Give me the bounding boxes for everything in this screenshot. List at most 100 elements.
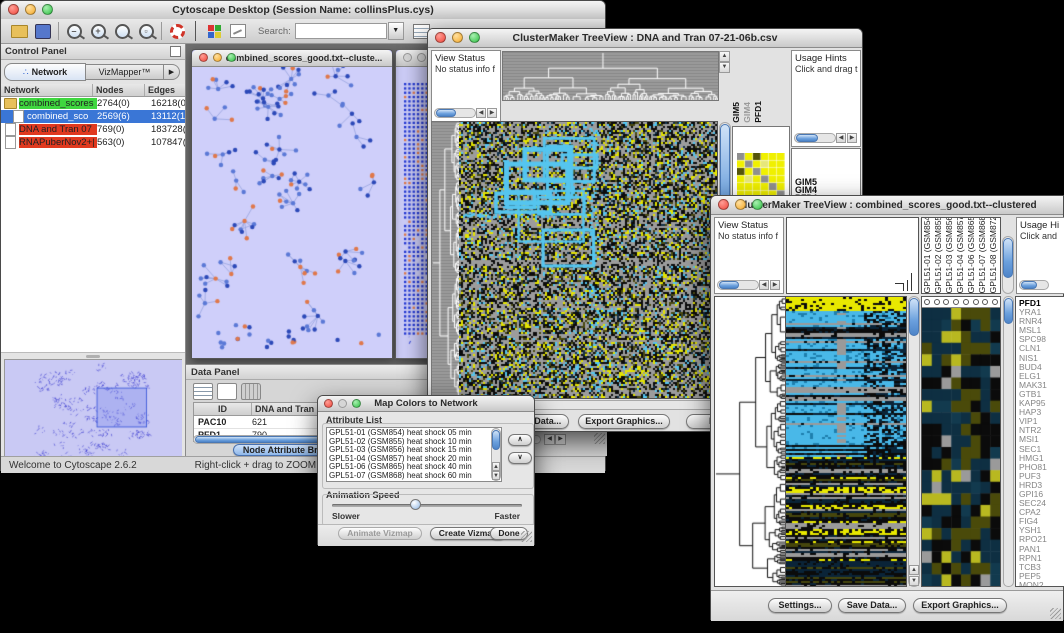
usage-hints-panel: Usage Hints Click and drag t ◀ ▶: [791, 50, 861, 147]
scroll-down-button[interactable]: ▼: [492, 471, 500, 480]
gene-label[interactable]: MON2: [1019, 581, 1064, 587]
help-icon[interactable]: [165, 21, 189, 41]
network-row-dna-tran[interactable]: DNA and Tran 07 769(0) 183728(0): [1, 123, 185, 136]
close-icon[interactable]: [435, 32, 446, 43]
scroll-up-button[interactable]: ▲: [719, 51, 730, 62]
scroll-left-button[interactable]: ◀: [544, 434, 555, 445]
move-up-button[interactable]: ∧: [508, 434, 532, 446]
close-icon[interactable]: [199, 53, 208, 62]
tab-overflow-arrow[interactable]: ▶: [164, 64, 180, 80]
column-dendrogram[interactable]: [502, 51, 719, 101]
export-graphics-button[interactable]: Export Graphics...: [913, 598, 1007, 613]
move-down-button[interactable]: ∨: [508, 452, 532, 464]
minimize-icon[interactable]: [213, 53, 222, 62]
vizmapper-icon[interactable]: [202, 21, 226, 41]
resize-grip[interactable]: [594, 433, 605, 444]
heatmap-global-view[interactable]: [786, 296, 907, 587]
scroll-right-button[interactable]: ▶: [770, 280, 780, 290]
faster-label: Faster: [494, 511, 520, 521]
minimize-icon[interactable]: [735, 199, 746, 210]
attribute-vscrollbar[interactable]: ▲ ▼: [491, 428, 501, 481]
zoom-window-icon[interactable]: [227, 53, 236, 62]
scroll-down-button[interactable]: ▼: [909, 576, 919, 586]
animate-vizmap-button[interactable]: Animate Vizmap: [338, 527, 422, 540]
open-icon[interactable]: [7, 21, 31, 41]
zoom-window-icon[interactable]: [352, 399, 361, 408]
float-panel-icon[interactable]: [170, 46, 181, 57]
scroll-right-button[interactable]: ▶: [487, 108, 497, 118]
zoom-fit-icon[interactable]: [110, 21, 134, 41]
scroll-left-button[interactable]: ◀: [759, 280, 769, 290]
settings-button[interactable]: Settings...: [768, 598, 832, 613]
scroll-up-button[interactable]: ▲: [909, 565, 919, 575]
view-status-scrollbar[interactable]: [717, 280, 759, 290]
dialog-titlebar[interactable]: Map Colors to Network: [318, 396, 534, 412]
annotation-icon[interactable]: [226, 21, 250, 41]
usage-hints-scrollbar[interactable]: [794, 133, 836, 143]
resize-grip[interactable]: [521, 531, 532, 542]
treeview2-titlebar[interactable]: ClusterMaker TreeView : combined_scores_…: [711, 196, 1063, 215]
search-dropdown-button[interactable]: ▼: [388, 22, 404, 40]
zoom-window-icon[interactable]: [42, 4, 53, 15]
attribute-table-icon[interactable]: [193, 383, 213, 400]
scroll-down-button[interactable]: ▼: [719, 62, 730, 73]
column-dendrogram-area[interactable]: [786, 217, 919, 294]
save-icon[interactable]: [31, 21, 55, 41]
zoom-window-icon[interactable]: [469, 32, 480, 43]
row-dendrogram[interactable]: [431, 121, 461, 399]
new-attribute-icon[interactable]: [217, 383, 237, 400]
export-graphics-button[interactable]: Export Graphics...: [578, 414, 670, 429]
close-icon[interactable]: [324, 399, 333, 408]
search-input[interactable]: [295, 23, 387, 39]
tab-network[interactable]: ∴ Network: [4, 63, 86, 81]
heatmap-vscrollbar[interactable]: ▲ ▼: [908, 296, 920, 587]
attribute-listbox[interactable]: GPL51-01 (GSM854) heat shock 05 minGPL51…: [326, 427, 502, 482]
network-overview[interactable]: [4, 359, 182, 469]
window-controls: [8, 4, 53, 15]
close-icon[interactable]: [8, 4, 19, 15]
minimize-icon[interactable]: [338, 399, 347, 408]
column-label: PFD1: [753, 101, 763, 123]
delete-attribute-icon[interactable]: [241, 383, 261, 400]
labels-vscrollbar[interactable]: [1002, 236, 1014, 294]
control-panel-title: Control Panel: [5, 46, 67, 57]
treeview1-titlebar[interactable]: ClusterMaker TreeView : DNA and Tran 07-…: [428, 29, 862, 48]
attribute-item[interactable]: GPL51-07 (GSM868) heat shock 60 min: [329, 472, 501, 481]
scroll-right-button[interactable]: ▶: [555, 434, 566, 445]
row-dendrogram[interactable]: [714, 296, 786, 587]
save-data-button[interactable]: Save Data...: [838, 598, 906, 613]
heatmap-global-view[interactable]: [459, 121, 718, 399]
network-row-selected[interactable]: combined_sco 2569(6) 13112(15): [1, 110, 185, 123]
view-status-scrollbar[interactable]: [434, 108, 476, 118]
network-file-icon: [5, 123, 16, 136]
network-row-rnapuber[interactable]: RNAPuberNov2+| 563(0) 107847(0): [1, 136, 185, 149]
animation-slider-thumb[interactable]: [410, 499, 421, 510]
heatmap-zoom-view[interactable]: [922, 308, 1000, 586]
zoom-out-icon[interactable]: –: [62, 21, 86, 41]
close-icon[interactable]: [718, 199, 729, 210]
network-row-combined-scores[interactable]: combined_scores 2764(0) 16218(0): [1, 97, 185, 110]
tab-vizmapper[interactable]: VizMapper™: [86, 64, 164, 80]
main-titlebar[interactable]: Cytoscape Desktop (Session Name: collins…: [1, 1, 605, 20]
minimize-icon[interactable]: [452, 32, 463, 43]
scroll-left-button[interactable]: ◀: [836, 133, 846, 143]
network-table-header: Network Nodes Edges: [1, 84, 185, 97]
zoom-selected-icon[interactable]: ▫: [134, 21, 158, 41]
genelist-vscrollbar[interactable]: [1003, 296, 1014, 587]
network-tree-icon: ∴: [23, 67, 29, 78]
zoom-column-markers: [922, 297, 1000, 308]
network-view-window[interactable]: combined_scores_good.txt--cluste...: [191, 49, 393, 359]
scroll-left-button[interactable]: ◀: [476, 108, 486, 118]
splitter-handle[interactable]: [86, 355, 100, 358]
usage-hints-scrollbar[interactable]: [1019, 280, 1049, 290]
scroll-right-button[interactable]: ▶: [847, 133, 857, 143]
similarity-matrix[interactable]: [737, 153, 785, 198]
zoom-in-icon[interactable]: +: [86, 21, 110, 41]
animation-slider-track[interactable]: [332, 504, 522, 507]
minimize-icon[interactable]: [25, 4, 36, 15]
minimize-icon[interactable]: [417, 53, 426, 62]
close-icon[interactable]: [403, 53, 412, 62]
scroll-up-button[interactable]: ▲: [492, 462, 500, 471]
zoom-window-icon[interactable]: [752, 199, 763, 210]
resize-grip[interactable]: [1050, 608, 1061, 619]
